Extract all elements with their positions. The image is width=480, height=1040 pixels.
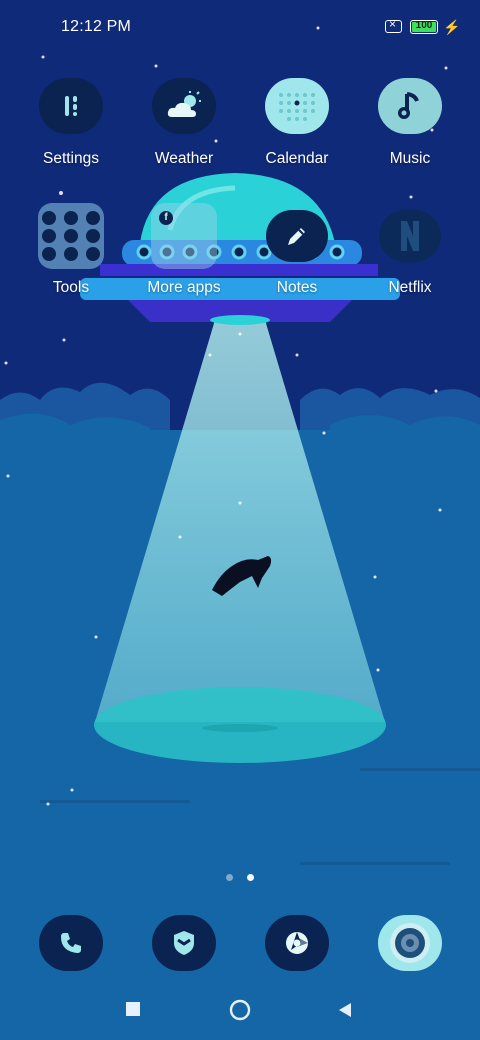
square-icon	[126, 1002, 140, 1016]
battery-icon: 100	[410, 20, 438, 34]
app-weather[interactable]: Weather	[134, 78, 234, 168]
page-indicator	[0, 868, 480, 886]
back-button[interactable]	[337, 1002, 353, 1023]
notes-pen-icon	[266, 210, 328, 262]
folder-tools[interactable]: Tools	[21, 203, 121, 297]
app-music[interactable]: Music	[360, 78, 460, 168]
charging-icon: ⚡	[443, 19, 461, 35]
status-time: 12:12 PM	[61, 18, 132, 35]
home-button[interactable]	[229, 999, 251, 1026]
no-sim-icon	[385, 17, 402, 33]
facebook-icon: f	[159, 211, 173, 225]
app-label-more-apps: More apps	[147, 279, 221, 296]
dock-browser[interactable]	[247, 915, 347, 971]
app-calendar[interactable]: Calendar	[247, 78, 347, 168]
battery-percent: 100	[415, 20, 433, 31]
app-notes[interactable]: Notes	[247, 210, 347, 297]
app-settings[interactable]: Settings	[21, 78, 121, 168]
app-label-calendar: Calendar	[265, 150, 329, 167]
navigation-bar	[0, 995, 480, 1027]
app-netflix[interactable]: Netflix	[360, 210, 460, 297]
app-label-notes: Notes	[276, 279, 318, 296]
dock-phone[interactable]	[21, 915, 121, 971]
circle-icon	[229, 999, 251, 1021]
page-dot-1[interactable]	[225, 874, 233, 881]
settings-sliders-icon	[39, 78, 103, 134]
status-bar: 12:12 PM 100 ⚡	[0, 0, 480, 56]
recents-button[interactable]	[125, 1001, 141, 1022]
more-apps-folder-icon: f	[151, 203, 217, 269]
app-label-music: Music	[389, 150, 431, 167]
shield-icon	[152, 915, 216, 971]
app-label-weather: Weather	[154, 150, 214, 167]
app-label-netflix: Netflix	[388, 279, 432, 296]
app-label-settings: Settings	[42, 150, 99, 167]
app-label-tools: Tools	[52, 279, 90, 296]
music-note-icon	[378, 78, 442, 134]
folder-more-apps[interactable]: f More apps	[134, 203, 234, 297]
weather-cloud-sun-icon	[152, 78, 216, 134]
camera-icon	[378, 915, 442, 971]
triangle-back-icon	[339, 1003, 351, 1017]
calendar-dots-icon	[265, 78, 329, 134]
tools-folder-icon	[38, 203, 104, 269]
netflix-icon	[379, 210, 441, 262]
dock-camera[interactable]	[360, 915, 460, 971]
browser-aperture-icon	[265, 915, 329, 971]
dock-security[interactable]	[134, 915, 234, 971]
phone-icon	[39, 915, 103, 971]
page-dot-2-active[interactable]	[247, 874, 255, 881]
